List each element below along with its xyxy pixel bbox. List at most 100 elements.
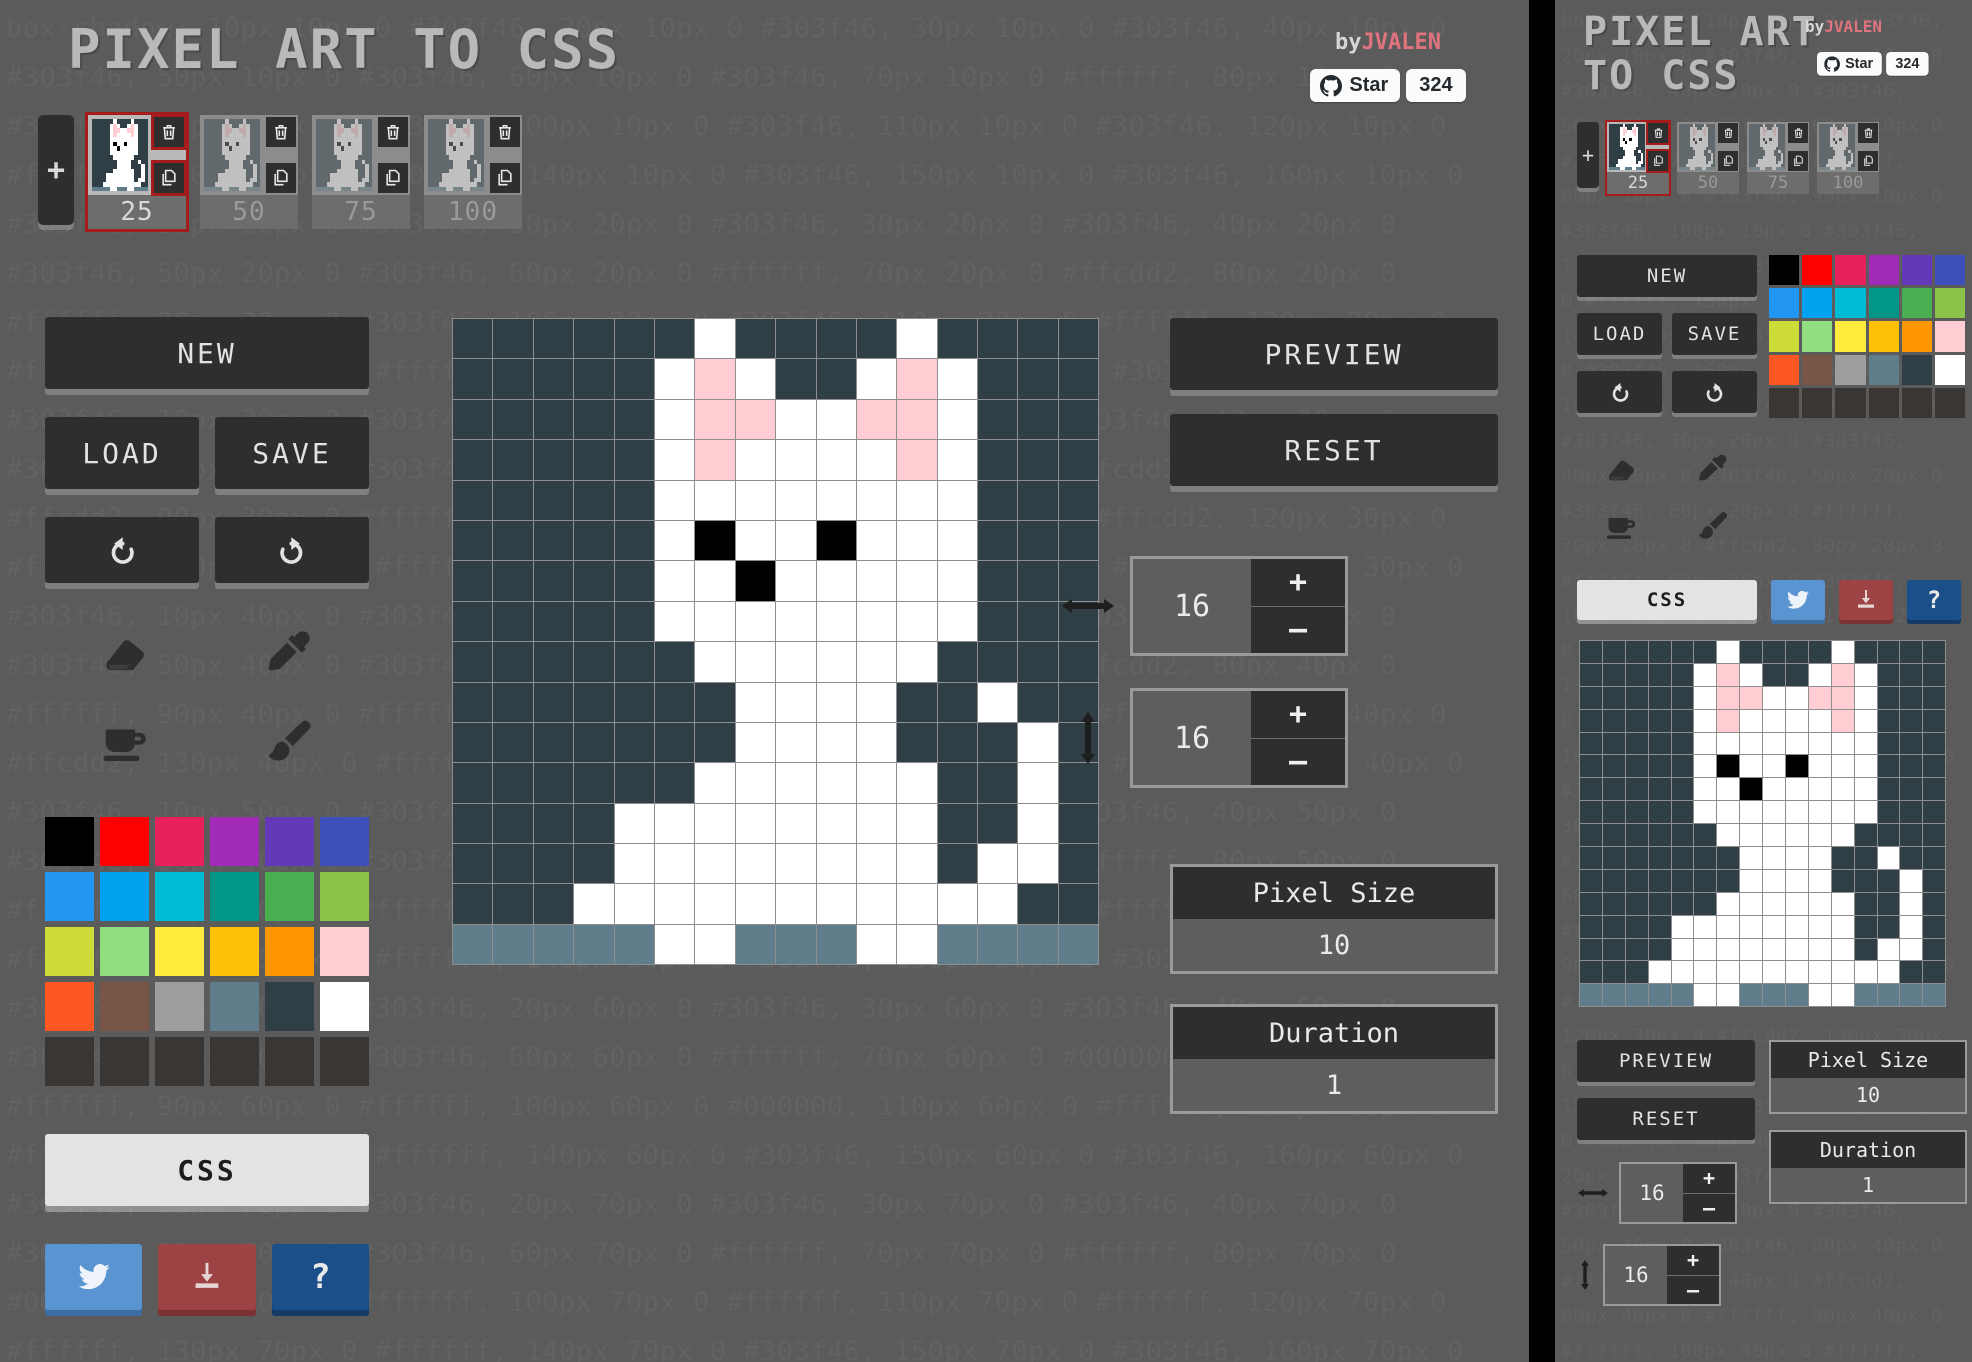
pixel-cell[interactable] xyxy=(937,480,978,520)
pixel-canvas-grid[interactable] xyxy=(452,318,1100,966)
frame-preview[interactable] xyxy=(424,115,522,195)
pixel-cell[interactable] xyxy=(1625,869,1648,892)
mobile-load-button[interactable]: LOAD xyxy=(1577,313,1662,355)
pixel-cell[interactable] xyxy=(978,884,1018,924)
color-swatch[interactable] xyxy=(210,1037,259,1086)
pixel-cell[interactable] xyxy=(1740,686,1763,709)
frame-preview[interactable] xyxy=(1817,122,1879,172)
pixel-cell[interactable] xyxy=(1694,801,1717,824)
pixel-cell[interactable] xyxy=(1854,938,1877,961)
pixel-cell[interactable] xyxy=(1625,915,1648,938)
pixel-cell[interactable] xyxy=(937,844,978,884)
pixel-cell[interactable] xyxy=(1808,824,1831,847)
pixel-cell[interactable] xyxy=(816,399,856,440)
mobile-help-button[interactable]: ? xyxy=(1907,580,1961,620)
pixel-cell[interactable] xyxy=(453,763,493,803)
pixel-cell[interactable] xyxy=(1808,801,1831,824)
pixel-cell[interactable] xyxy=(695,440,735,480)
pixel-cell[interactable] xyxy=(1602,778,1625,801)
mobile-height-value[interactable]: 16 xyxy=(1605,1246,1667,1304)
pixel-cell[interactable] xyxy=(453,924,493,965)
pixel-cell[interactable] xyxy=(1717,686,1740,709)
pixel-cell[interactable] xyxy=(1580,801,1602,824)
pixel-cell[interactable] xyxy=(1740,641,1763,663)
pixel-cell[interactable] xyxy=(1694,824,1717,847)
pixel-cell[interactable] xyxy=(1831,869,1854,892)
pixel-cell[interactable] xyxy=(1923,663,1946,686)
pixel-cell[interactable] xyxy=(1694,892,1717,915)
pixel-cell[interactable] xyxy=(1854,869,1877,892)
frame-duplicate-button[interactable] xyxy=(490,163,520,193)
pixel-cell[interactable] xyxy=(1877,801,1900,824)
pixel-cell[interactable] xyxy=(816,359,856,399)
pixel-cell[interactable] xyxy=(614,763,654,803)
pixel-cell[interactable] xyxy=(735,480,776,520)
pixel-cell[interactable] xyxy=(1923,778,1946,801)
pixel-cell[interactable] xyxy=(1018,359,1058,399)
frame-duplicate-button[interactable] xyxy=(1718,151,1738,171)
pixel-cell[interactable] xyxy=(1900,709,1923,732)
pixel-cell[interactable] xyxy=(1877,892,1900,915)
pixel-cell[interactable] xyxy=(1786,984,1808,1007)
pixel-cell[interactable] xyxy=(1625,824,1648,847)
pixel-cell[interactable] xyxy=(1786,961,1808,984)
pixel-cell[interactable] xyxy=(1923,847,1946,869)
pixel-cell[interactable] xyxy=(1694,755,1717,778)
pixel-cell[interactable] xyxy=(1877,915,1900,938)
mobile-pixel-canvas-wrapper[interactable] xyxy=(1579,640,1947,1008)
pixel-cell[interactable] xyxy=(816,803,856,844)
frame-delete-button[interactable] xyxy=(378,117,408,147)
pixel-cell[interactable] xyxy=(1717,824,1740,847)
pixel-cell[interactable] xyxy=(1877,686,1900,709)
pixel-cell[interactable] xyxy=(493,924,533,965)
pixel-cell[interactable] xyxy=(533,803,574,844)
pixel-cell[interactable] xyxy=(1602,663,1625,686)
pixel-cell[interactable] xyxy=(937,682,978,722)
mobile-download-button[interactable] xyxy=(1839,580,1893,620)
pixel-cell[interactable] xyxy=(978,924,1018,965)
mobile-add-frame-button[interactable]: + xyxy=(1577,122,1599,188)
mobile-reset-button[interactable]: RESET xyxy=(1577,1098,1755,1140)
pixel-cell[interactable] xyxy=(1671,686,1694,709)
pixel-cell[interactable] xyxy=(978,399,1018,440)
pixel-cell[interactable] xyxy=(1740,984,1763,1007)
pixel-cell[interactable] xyxy=(1625,709,1648,732)
pixel-cell[interactable] xyxy=(614,722,654,763)
pixel-cell[interactable] xyxy=(695,763,735,803)
pixel-cell[interactable] xyxy=(654,359,695,399)
pixel-cell[interactable] xyxy=(978,763,1018,803)
pixel-cell[interactable] xyxy=(1786,778,1808,801)
pixel-cell[interactable] xyxy=(453,520,493,561)
pixel-cell[interactable] xyxy=(937,722,978,763)
pixel-cell[interactable] xyxy=(574,520,614,561)
preview-button[interactable]: PREVIEW xyxy=(1170,318,1498,390)
pixel-cell[interactable] xyxy=(533,520,574,561)
pixel-cell[interactable] xyxy=(1671,961,1694,984)
pixel-cell[interactable] xyxy=(1694,984,1717,1007)
color-swatch[interactable] xyxy=(1769,354,1800,385)
pixel-cell[interactable] xyxy=(897,682,937,722)
pixel-cell[interactable] xyxy=(574,844,614,884)
pixel-cell[interactable] xyxy=(1763,869,1786,892)
pixel-cell[interactable] xyxy=(816,722,856,763)
pixel-cell[interactable] xyxy=(533,359,574,399)
pixel-cell[interactable] xyxy=(937,803,978,844)
frame-preview[interactable] xyxy=(312,115,410,195)
color-swatch[interactable] xyxy=(1835,387,1866,418)
pixel-cell[interactable] xyxy=(533,561,574,601)
pixel-cell[interactable] xyxy=(1717,663,1740,686)
mobile-undo-button[interactable] xyxy=(1577,371,1662,413)
frame-preview[interactable] xyxy=(200,115,298,195)
pixel-cell[interactable] xyxy=(1018,561,1058,601)
pixel-cell[interactable] xyxy=(1580,686,1602,709)
pixel-cell[interactable] xyxy=(453,561,493,601)
pixel-cell[interactable] xyxy=(574,722,614,763)
pixel-cell[interactable] xyxy=(1740,801,1763,824)
pixel-cell[interactable] xyxy=(776,480,816,520)
pixel-cell[interactable] xyxy=(1923,686,1946,709)
pixel-cell[interactable] xyxy=(937,642,978,682)
pixel-cell[interactable] xyxy=(1831,663,1854,686)
pixel-cell[interactable] xyxy=(1671,732,1694,755)
pixel-cell[interactable] xyxy=(1923,961,1946,984)
pixel-cell[interactable] xyxy=(453,884,493,924)
